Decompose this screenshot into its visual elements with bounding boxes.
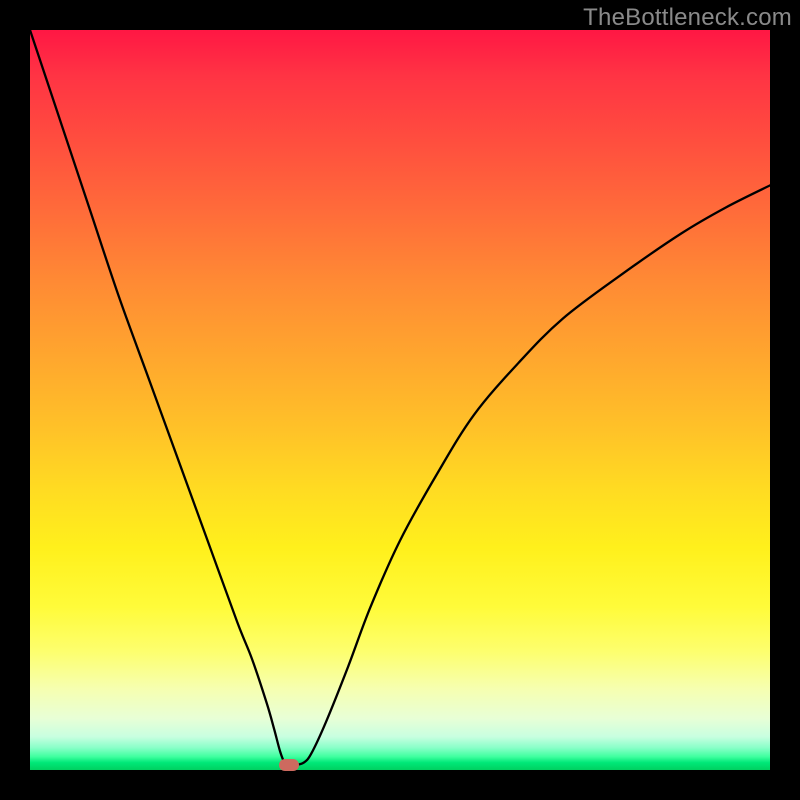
optimal-point-marker (279, 759, 299, 771)
curve-layer (30, 30, 770, 770)
bottleneck-curve (30, 30, 770, 765)
chart-frame: TheBottleneck.com (0, 0, 800, 800)
plot-area (30, 30, 770, 770)
watermark-text: TheBottleneck.com (583, 4, 792, 32)
